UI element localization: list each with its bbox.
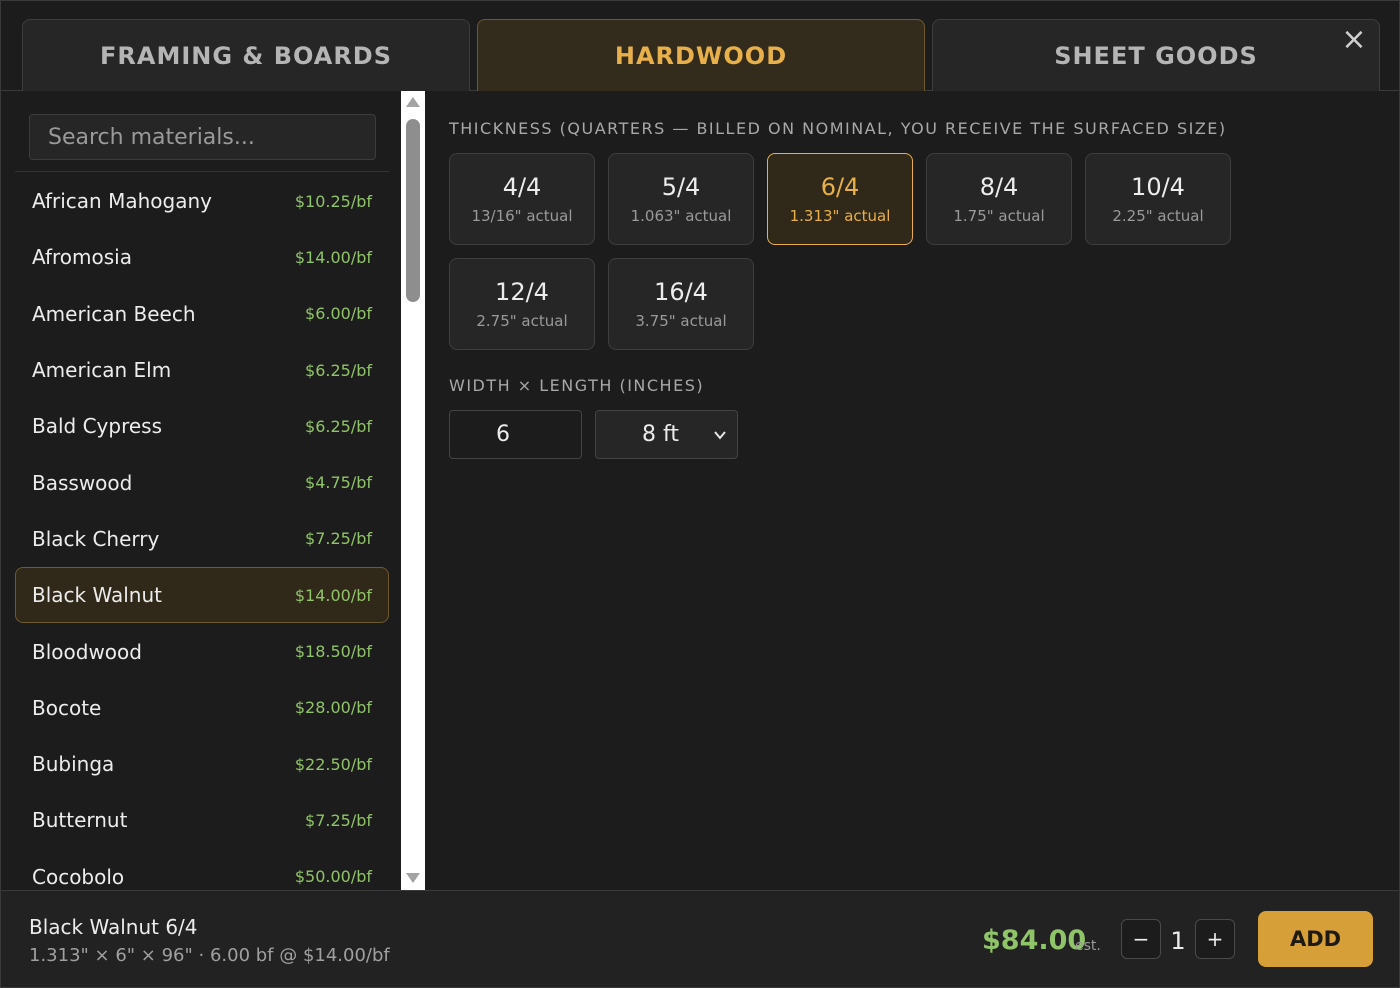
material-list-item[interactable]: Black Cherry $7.25/bf bbox=[15, 511, 389, 567]
decrease-quantity-button[interactable]: − bbox=[1121, 919, 1161, 959]
thickness-nominal: 10/4 bbox=[1131, 173, 1185, 201]
material-list-item[interactable]: African Mahogany $10.25/bf bbox=[15, 173, 389, 229]
width-input[interactable]: 6 bbox=[449, 410, 582, 459]
material-picker-window: FRAMING & BOARDS HARDWOOD SHEET GOODS × … bbox=[0, 0, 1400, 988]
material-list-item[interactable]: Butternut $7.25/bf bbox=[15, 792, 389, 848]
length-value: 8 ft bbox=[642, 422, 679, 447]
thickness-label: THICKNESS (QUARTERS — BILLED ON NOMINAL,… bbox=[449, 119, 1227, 138]
divider bbox=[15, 171, 389, 172]
material-name: Bloodwood bbox=[32, 639, 142, 664]
material-list-item[interactable]: Bloodwood $18.50/bf bbox=[15, 623, 389, 679]
thickness-actual: 1.063" actual bbox=[630, 207, 732, 225]
chevron-down-icon bbox=[714, 431, 726, 440]
increase-quantity-button[interactable]: + bbox=[1195, 919, 1235, 959]
quantity-value: 1 bbox=[1170, 927, 1186, 955]
summary-detail: 1.313" × 6" × 96" · 6.00 bf @ $14.00/bf bbox=[29, 945, 390, 966]
material-name: American Elm bbox=[32, 358, 172, 383]
list-scrollbar[interactable] bbox=[401, 91, 425, 890]
material-price: $6.00/bf bbox=[305, 304, 372, 324]
material-list-item[interactable]: Bubinga $22.50/bf bbox=[15, 736, 389, 792]
thickness-option[interactable]: 5/4 1.063" actual bbox=[608, 153, 754, 245]
search-input[interactable] bbox=[29, 114, 376, 160]
thickness-actual: 2.75" actual bbox=[476, 312, 568, 330]
material-list-pane: African Mahogany $10.25/bf Afromosia $14.00… bbox=[1, 91, 401, 890]
material-price: $14.00/bf bbox=[294, 247, 372, 267]
width-value: 6 bbox=[496, 422, 510, 447]
thickness-nominal: 6/4 bbox=[820, 173, 860, 201]
material-name: Cocobolo bbox=[32, 864, 125, 889]
material-name: Bubinga bbox=[32, 752, 115, 777]
thickness-nominal: 5/4 bbox=[661, 173, 701, 201]
material-list-item[interactable]: Bocote $28.00/bf bbox=[15, 680, 389, 736]
thickness-actual: 1.313" actual bbox=[789, 207, 891, 225]
thickness-actual: 13/16" actual bbox=[471, 207, 573, 225]
thickness-option[interactable]: 16/4 3.75" actual bbox=[608, 258, 754, 350]
thickness-actual: 1.75" actual bbox=[953, 207, 1045, 225]
material-name: Black Cherry bbox=[32, 526, 160, 551]
thickness-nominal: 16/4 bbox=[654, 278, 708, 306]
dimensions-label: WIDTH × LENGTH (INCHES) bbox=[449, 376, 705, 395]
thickness-nominal: 4/4 bbox=[502, 173, 542, 201]
summary-title: Black Walnut 6/4 bbox=[29, 915, 198, 939]
tab-hardwood[interactable]: HARDWOOD bbox=[477, 19, 925, 91]
material-name: African Mahogany bbox=[32, 189, 212, 214]
thickness-nominal: 8/4 bbox=[979, 173, 1019, 201]
material-name: Black Walnut bbox=[32, 583, 162, 608]
material-name: Bocote bbox=[32, 695, 102, 720]
material-list-item[interactable]: Bald Cypress $6.25/bf bbox=[15, 398, 389, 454]
estimated-price: $84.00 bbox=[982, 925, 1087, 956]
thickness-option[interactable]: 12/4 2.75" actual bbox=[449, 258, 595, 350]
material-name: Butternut bbox=[32, 808, 128, 833]
tab-sheet-goods[interactable]: SHEET GOODS bbox=[932, 19, 1380, 91]
material-price: $10.25/bf bbox=[294, 191, 372, 211]
thickness-nominal: 12/4 bbox=[495, 278, 549, 306]
material-name: Bald Cypress bbox=[32, 414, 163, 439]
thickness-actual: 2.25" actual bbox=[1112, 207, 1204, 225]
material-price: $50.00/bf bbox=[294, 867, 372, 887]
material-list-item[interactable]: Basswood $4.75/bf bbox=[15, 454, 389, 510]
material-price: $7.25/bf bbox=[305, 529, 372, 549]
thickness-option[interactable]: 10/4 2.25" actual bbox=[1085, 153, 1231, 245]
thickness-actual: 3.75" actual bbox=[635, 312, 727, 330]
thickness-option[interactable]: 6/4 1.313" actual bbox=[767, 153, 913, 245]
material-price: $4.75/bf bbox=[305, 473, 372, 493]
material-price: $14.00/bf bbox=[294, 585, 372, 605]
material-name: American Beech bbox=[32, 301, 196, 326]
material-name: Afromosia bbox=[32, 245, 132, 270]
thickness-option[interactable]: 4/4 13/16" actual bbox=[449, 153, 595, 245]
thickness-option[interactable]: 8/4 1.75" actual bbox=[926, 153, 1072, 245]
material-list-item[interactable]: Afromosia $14.00/bf bbox=[15, 229, 389, 285]
material-list-item[interactable]: American Elm $6.25/bf bbox=[15, 342, 389, 398]
length-select[interactable]: 8 ft bbox=[595, 410, 738, 459]
material-list-item[interactable]: Black Walnut $14.00/bf bbox=[15, 567, 389, 624]
scrollbar-thumb[interactable] bbox=[406, 119, 420, 302]
material-price: $6.25/bf bbox=[305, 360, 372, 380]
material-price: $28.00/bf bbox=[294, 698, 372, 718]
material-list: African Mahogany $10.25/bf Afromosia $14.00… bbox=[15, 173, 389, 890]
scroll-up-arrow-icon[interactable] bbox=[406, 97, 420, 107]
material-list-item[interactable]: American Beech $6.00/bf bbox=[15, 286, 389, 342]
material-price: $6.25/bf bbox=[305, 416, 372, 436]
add-button[interactable]: ADD bbox=[1258, 911, 1373, 967]
material-price: $18.50/bf bbox=[294, 642, 372, 662]
material-name: Basswood bbox=[32, 470, 133, 495]
material-price: $22.50/bf bbox=[294, 754, 372, 774]
estimate-label: est. bbox=[1075, 938, 1101, 954]
tab-bar: FRAMING & BOARDS HARDWOOD SHEET GOODS × bbox=[1, 1, 1399, 91]
close-icon[interactable]: × bbox=[1339, 25, 1369, 55]
scroll-down-arrow-icon[interactable] bbox=[406, 873, 420, 883]
order-footer: Black Walnut 6/4 1.313" × 6" × 96" · 6.0… bbox=[1, 890, 1399, 987]
material-list-item[interactable]: Cocobolo $50.00/bf bbox=[15, 849, 389, 890]
options-pane: THICKNESS (QUARTERS — BILLED ON NOMINAL,… bbox=[425, 91, 1399, 890]
material-price: $7.25/bf bbox=[305, 810, 372, 830]
tab-framing-boards[interactable]: FRAMING & BOARDS bbox=[22, 19, 470, 91]
